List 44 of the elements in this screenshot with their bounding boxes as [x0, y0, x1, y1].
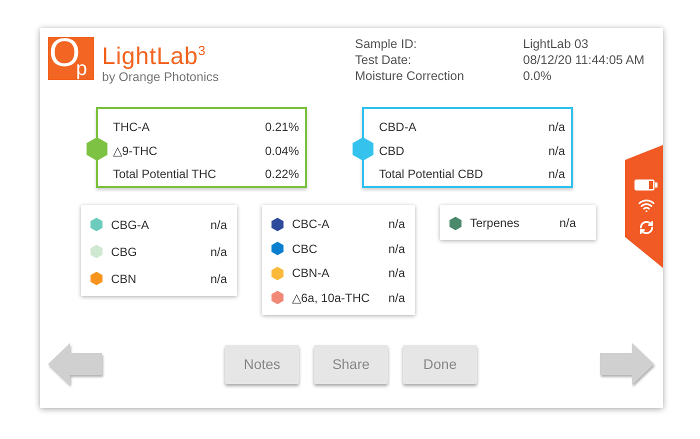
- info-label: Test Date:: [355, 52, 412, 68]
- compound-value: 0.04%: [264, 144, 299, 158]
- compound-value: n/a: [548, 120, 565, 134]
- battery-icon: [634, 178, 658, 190]
- info-label: Sample ID:: [355, 36, 418, 52]
- compound-name: △6a, 10a-THC: [292, 290, 371, 305]
- compound-value: n/a: [210, 244, 227, 258]
- info-value: LightLab 03: [523, 36, 590, 52]
- compound-name: CBN-A: [292, 266, 330, 280]
- compound-name: CBG-A: [111, 218, 150, 232]
- compound-name: THC-A: [113, 120, 150, 134]
- info-label: Moisture Correction: [355, 68, 466, 84]
- compound-value: 0.21%: [264, 120, 299, 134]
- compound-value: n/a: [388, 266, 405, 280]
- compound-value: n/a: [548, 144, 565, 158]
- compound-name: CBG: [111, 244, 138, 258]
- sync-icon[interactable]: [638, 220, 654, 234]
- compound-name: △9-THC: [113, 144, 158, 158]
- action-button[interactable]: Notes: [225, 344, 299, 384]
- compound-name: CBD-A: [379, 120, 416, 134]
- back-arrow-icon[interactable]: [47, 341, 104, 387]
- app-title: LightLab$^{3}$: [102, 42, 207, 70]
- action-button[interactable]: Done: [403, 344, 477, 384]
- tagline: by Orange Photonics: [102, 70, 220, 84]
- compound-value: n/a: [210, 272, 227, 286]
- wifi-icon: [638, 196, 654, 214]
- compound-value: n/a: [210, 218, 227, 232]
- compound-name: Terpenes: [470, 216, 520, 230]
- compound-value: n/a: [548, 167, 565, 182]
- compound-value: n/a: [388, 242, 405, 256]
- compound-name: CBD: [379, 144, 404, 158]
- compound-value: 0.22%: [264, 167, 299, 182]
- compound-value: n/a: [388, 290, 405, 305]
- compound-value: n/a: [559, 216, 576, 230]
- forward-arrow-icon[interactable]: [598, 341, 655, 387]
- compound-name: CBN: [111, 272, 138, 286]
- compound-name: Total Potential THC: [113, 167, 216, 182]
- compound-value: n/a: [388, 217, 405, 232]
- compound-name: CBC-A: [292, 217, 330, 232]
- info-value: 0.0%: [523, 68, 552, 84]
- action-button[interactable]: Share: [314, 344, 388, 384]
- info-value: 08/12/20 11:44:05 AM: [523, 52, 646, 68]
- compound-name: CBC: [292, 242, 318, 256]
- compound-name: Total Potential CBD: [379, 167, 484, 182]
